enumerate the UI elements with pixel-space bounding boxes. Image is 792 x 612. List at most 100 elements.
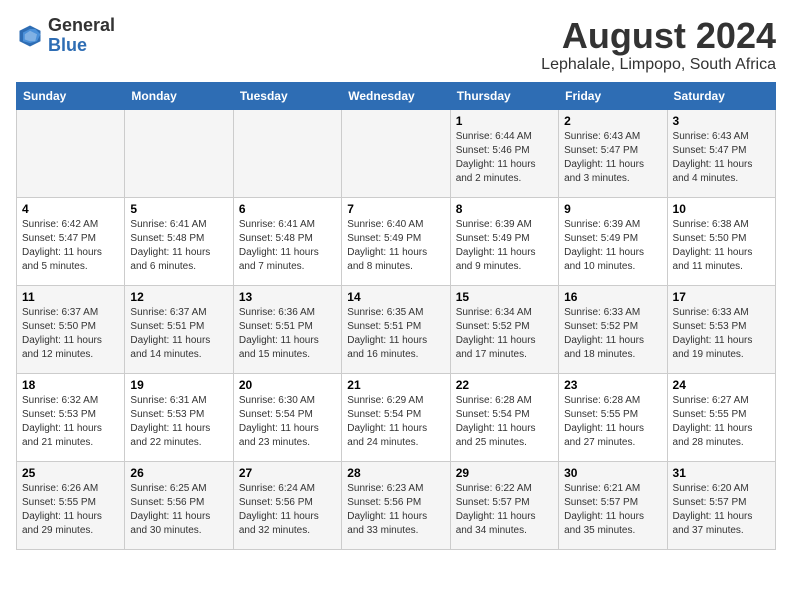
day-cell: 22 Sunrise: 6:28 AMSunset: 5:54 PMDayligh… [450,373,558,461]
header-thursday: Thursday [450,82,558,109]
day-cell: 15 Sunrise: 6:34 AMSunset: 5:52 PMDayligh… [450,285,558,373]
header-monday: Monday [125,82,233,109]
logo-text: General Blue [48,16,115,56]
page-header: General Blue August 2024 Lephalale, Limp… [16,16,776,74]
day-cell: 18 Sunrise: 6:32 AMSunset: 5:53 PMDayligh… [17,373,125,461]
day-number: 16 [564,290,661,304]
day-cell: 4 Sunrise: 6:42 AMSunset: 5:47 PMDaylight… [17,197,125,285]
day-number: 22 [456,378,553,392]
day-info: Sunrise: 6:28 AMSunset: 5:54 PMDaylight:… [456,394,553,450]
header-wednesday: Wednesday [342,82,450,109]
day-info: Sunrise: 6:32 AMSunset: 5:53 PMDaylight:… [22,394,119,450]
day-info: Sunrise: 6:39 AMSunset: 5:49 PMDaylight:… [564,218,661,274]
day-info: Sunrise: 6:23 AMSunset: 5:56 PMDaylight:… [347,482,444,538]
day-info: Sunrise: 6:33 AMSunset: 5:52 PMDaylight:… [564,306,661,362]
day-number: 19 [130,378,227,392]
day-number: 9 [564,202,661,216]
day-number: 21 [347,378,444,392]
day-number: 29 [456,466,553,480]
day-info: Sunrise: 6:20 AMSunset: 5:57 PMDaylight:… [673,482,770,538]
day-number: 2 [564,114,661,128]
logo: General Blue [16,16,115,56]
day-info: Sunrise: 6:43 AMSunset: 5:47 PMDaylight:… [673,130,770,186]
day-cell: 27 Sunrise: 6:24 AMSunset: 5:56 PMDayligh… [233,461,341,549]
day-cell: 30Sunrise: 6:21 AMSunset: 5:57 PMDayligh… [559,461,667,549]
day-cell [17,109,125,197]
day-info: Sunrise: 6:22 AMSunset: 5:57 PMDaylight:… [456,482,553,538]
day-cell: 6 Sunrise: 6:41 AMSunset: 5:48 PMDaylight… [233,197,341,285]
logo-icon [16,22,44,50]
day-cell: 19 Sunrise: 6:31 AMSunset: 5:53 PMDayligh… [125,373,233,461]
day-cell: 10 Sunrise: 6:38 AMSunset: 5:50 PMDayligh… [667,197,775,285]
calendar-body: 1Sunrise: 6:44 AMSunset: 5:46 PMDaylight… [17,109,776,549]
day-info: Sunrise: 6:37 AMSunset: 5:51 PMDaylight:… [130,306,227,362]
day-cell: 12 Sunrise: 6:37 AMSunset: 5:51 PMDayligh… [125,285,233,373]
day-info: Sunrise: 6:39 AMSunset: 5:49 PMDaylight:… [456,218,553,274]
day-number: 4 [22,202,119,216]
day-info: Sunrise: 6:38 AMSunset: 5:50 PMDaylight:… [673,218,770,274]
day-info: Sunrise: 6:26 AMSunset: 5:55 PMDaylight:… [22,482,119,538]
day-info: Sunrise: 6:42 AMSunset: 5:47 PMDaylight:… [22,218,119,274]
day-cell [125,109,233,197]
day-number: 13 [239,290,336,304]
day-number: 26 [130,466,227,480]
day-info: Sunrise: 6:35 AMSunset: 5:51 PMDaylight:… [347,306,444,362]
day-cell: 21 Sunrise: 6:29 AMSunset: 5:54 PMDayligh… [342,373,450,461]
day-number: 28 [347,466,444,480]
header-row: SundayMondayTuesdayWednesdayThursdayFrid… [17,82,776,109]
day-cell: 5Sunrise: 6:41 AMSunset: 5:48 PMDaylight… [125,197,233,285]
calendar-title: August 2024 [541,16,776,56]
calendar-table: SundayMondayTuesdayWednesdayThursdayFrid… [16,82,776,550]
day-info: Sunrise: 6:24 AMSunset: 5:56 PMDaylight:… [239,482,336,538]
day-cell [233,109,341,197]
day-number: 6 [239,202,336,216]
day-number: 3 [673,114,770,128]
day-cell: 29 Sunrise: 6:22 AMSunset: 5:57 PMDayligh… [450,461,558,549]
day-number: 7 [347,202,444,216]
day-number: 17 [673,290,770,304]
day-info: Sunrise: 6:29 AMSunset: 5:54 PMDaylight:… [347,394,444,450]
day-info: Sunrise: 6:30 AMSunset: 5:54 PMDaylight:… [239,394,336,450]
day-number: 27 [239,466,336,480]
day-number: 23 [564,378,661,392]
day-cell: 26 Sunrise: 6:25 AMSunset: 5:56 PMDayligh… [125,461,233,549]
day-cell: 11 Sunrise: 6:37 AMSunset: 5:50 PMDayligh… [17,285,125,373]
week-row-4: 18 Sunrise: 6:32 AMSunset: 5:53 PMDayligh… [17,373,776,461]
calendar-subtitle: Lephalale, Limpopo, South Africa [541,56,776,74]
day-info: Sunrise: 6:37 AMSunset: 5:50 PMDaylight:… [22,306,119,362]
day-number: 15 [456,290,553,304]
week-row-1: 1Sunrise: 6:44 AMSunset: 5:46 PMDaylight… [17,109,776,197]
day-number: 12 [130,290,227,304]
day-info: Sunrise: 6:31 AMSunset: 5:53 PMDaylight:… [130,394,227,450]
day-info: Sunrise: 6:25 AMSunset: 5:56 PMDaylight:… [130,482,227,538]
day-info: Sunrise: 6:44 AMSunset: 5:46 PMDaylight:… [456,130,553,186]
day-cell: 31Sunrise: 6:20 AMSunset: 5:57 PMDayligh… [667,461,775,549]
day-info: Sunrise: 6:40 AMSunset: 5:49 PMDaylight:… [347,218,444,274]
day-number: 11 [22,290,119,304]
day-cell: 7 Sunrise: 6:40 AMSunset: 5:49 PMDaylight… [342,197,450,285]
day-cell: 23Sunrise: 6:28 AMSunset: 5:55 PMDayligh… [559,373,667,461]
title-block: August 2024 Lephalale, Limpopo, South Af… [541,16,776,74]
day-cell: 16 Sunrise: 6:33 AMSunset: 5:52 PMDayligh… [559,285,667,373]
day-info: Sunrise: 6:27 AMSunset: 5:55 PMDaylight:… [673,394,770,450]
day-number: 18 [22,378,119,392]
day-cell: 2 Sunrise: 6:43 AMSunset: 5:47 PMDaylight… [559,109,667,197]
week-row-2: 4 Sunrise: 6:42 AMSunset: 5:47 PMDaylight… [17,197,776,285]
header-saturday: Saturday [667,82,775,109]
day-cell: 13 Sunrise: 6:36 AMSunset: 5:51 PMDayligh… [233,285,341,373]
day-number: 5 [130,202,227,216]
calendar-header: SundayMondayTuesdayWednesdayThursdayFrid… [17,82,776,109]
day-number: 10 [673,202,770,216]
day-number: 8 [456,202,553,216]
day-cell: 17Sunrise: 6:33 AMSunset: 5:53 PMDayligh… [667,285,775,373]
day-info: Sunrise: 6:41 AMSunset: 5:48 PMDaylight:… [239,218,336,274]
day-number: 14 [347,290,444,304]
day-number: 24 [673,378,770,392]
day-info: Sunrise: 6:36 AMSunset: 5:51 PMDaylight:… [239,306,336,362]
day-info: Sunrise: 6:43 AMSunset: 5:47 PMDaylight:… [564,130,661,186]
day-number: 25 [22,466,119,480]
day-cell: 25 Sunrise: 6:26 AMSunset: 5:55 PMDayligh… [17,461,125,549]
header-sunday: Sunday [17,82,125,109]
day-info: Sunrise: 6:34 AMSunset: 5:52 PMDaylight:… [456,306,553,362]
day-number: 30 [564,466,661,480]
